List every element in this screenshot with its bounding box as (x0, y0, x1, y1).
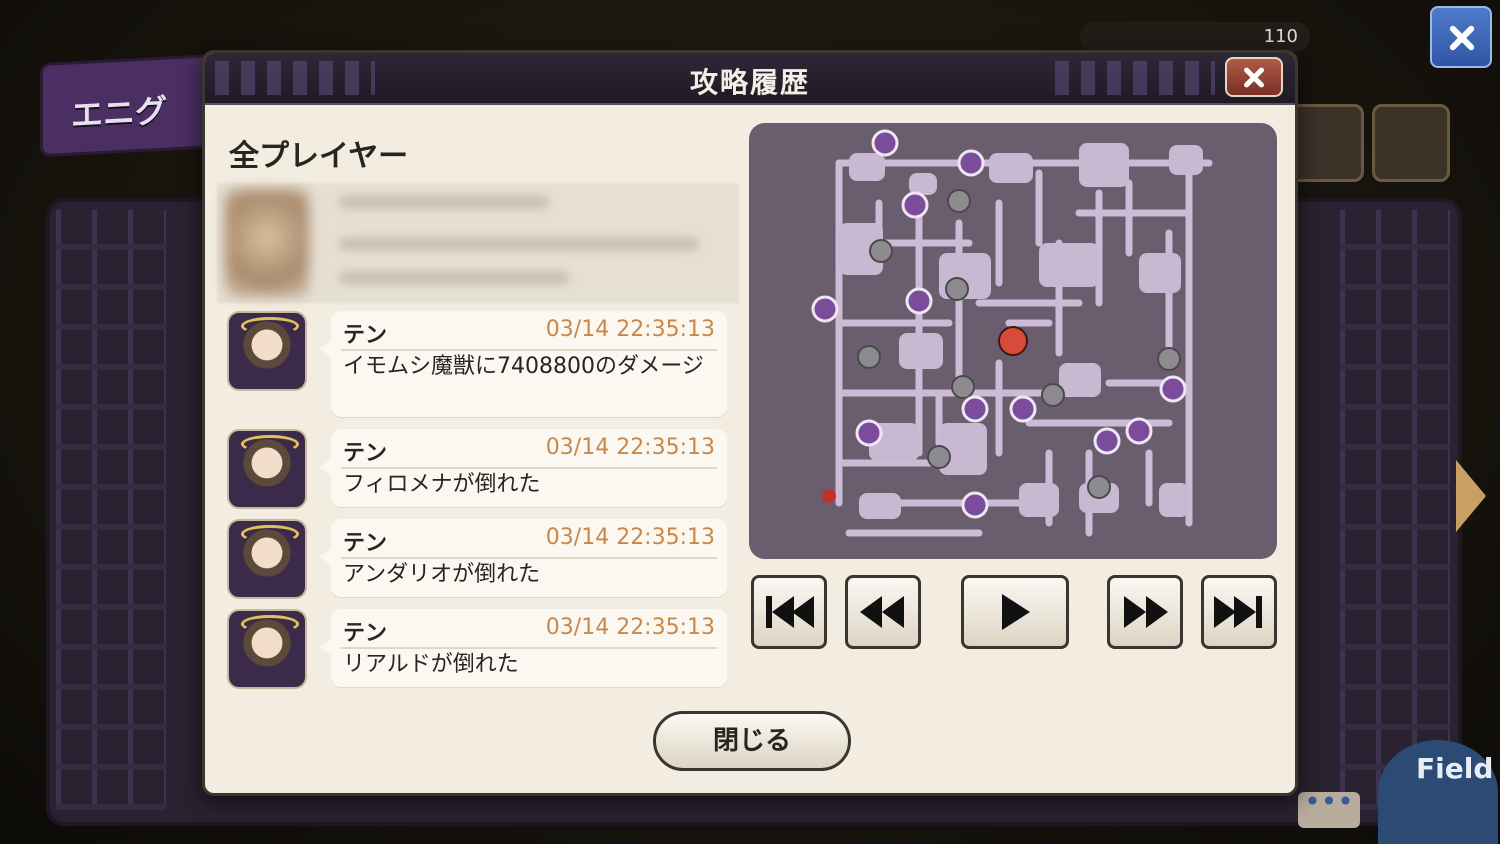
map-room (859, 493, 901, 519)
treasure-orb-icon (871, 129, 899, 157)
player-avatar (227, 519, 307, 599)
dungeon-map-canvas (811, 129, 1213, 537)
filter-label: 全プレイヤー (229, 139, 409, 174)
dialog-titlebar: 攻略履歴 (205, 53, 1295, 105)
field-button[interactable]: Field (1378, 740, 1498, 844)
divider (341, 467, 717, 469)
fast-forward-icon (1124, 596, 1168, 628)
player-avatar (227, 429, 307, 509)
map-room (1159, 483, 1189, 517)
divider (341, 557, 717, 559)
enemy-marker-icon (1087, 475, 1111, 499)
log-message: イモムシ魔獣に7408800のダメージ (343, 354, 704, 379)
log-bubble: テン 03/14 22:35:13 アンダリオが倒れた (319, 519, 727, 597)
rewind-button[interactable] (845, 575, 921, 649)
attack-history-dialog: 攻略履歴 全プレイヤー テン 03/14 22:35:13 イモムシ魔獣に740… (202, 50, 1298, 796)
fast-forward-button[interactable] (1107, 575, 1183, 649)
map-room (899, 333, 943, 369)
log-message: アンダリオが倒れた (343, 562, 541, 587)
log-entry: テン 03/14 22:35:13 フィロメナが倒れた (217, 429, 729, 509)
treasure-orb-icon (905, 287, 933, 315)
map-room (1139, 253, 1181, 293)
player-location-icon (822, 489, 837, 523)
divider (341, 349, 717, 351)
treasure-orb-icon (957, 149, 985, 177)
enemy-marker-icon (947, 189, 971, 213)
skip-to-start-button[interactable] (751, 575, 827, 649)
background-glyph-column-left (56, 210, 166, 810)
treasure-orb-icon (811, 295, 839, 323)
play-button[interactable] (961, 575, 1069, 649)
banner-text: エニグ (71, 91, 168, 135)
log-bubble: テン 03/14 22:35:13 イモムシ魔獣に7408800のダメージ (319, 311, 727, 417)
background-close-button[interactable] (1430, 6, 1492, 68)
player-name: テン (343, 531, 388, 556)
enemy-marker-icon (927, 445, 951, 469)
background-glyph-column-right (1340, 210, 1450, 810)
blurred-text-line (339, 271, 569, 285)
enemy-marker-icon (1157, 347, 1181, 371)
log-message: フィロメナが倒れた (343, 472, 541, 497)
dialog-title: 攻略履歴 (689, 66, 810, 99)
map-room (1059, 363, 1101, 397)
divider (341, 647, 717, 649)
log-entry: テン 03/14 22:35:13 リアルドが倒れた (217, 609, 729, 689)
treasure-orb-icon (961, 395, 989, 423)
treasure-orb-icon (1093, 427, 1121, 455)
dungeon-map[interactable] (749, 123, 1277, 559)
log-entry: テン 03/14 22:35:13 アンダリオが倒れた (217, 519, 729, 599)
blurred-log-entry (217, 183, 739, 303)
log-message: リアルドが倒れた (343, 652, 519, 677)
log-bubble: テン 03/14 22:35:13 リアルドが倒れた (319, 609, 727, 687)
treasure-orb-icon (1009, 395, 1037, 423)
log-timestamp: 03/14 22:35:13 (545, 317, 715, 342)
log-timestamp: 03/14 22:35:13 (545, 615, 715, 640)
treasure-orb-icon (1159, 375, 1187, 403)
boss-marker-icon (998, 326, 1028, 356)
player-name: テン (343, 323, 388, 348)
map-room (1039, 243, 1099, 287)
treasure-orb-icon (901, 191, 929, 219)
next-arrow-icon[interactable] (1456, 460, 1486, 532)
enemy-marker-icon (1041, 383, 1065, 407)
enemy-marker-icon (869, 239, 893, 263)
player-name: テン (343, 441, 388, 466)
field-label: Field (1416, 752, 1494, 785)
map-room (1079, 143, 1129, 187)
rewind-icon (860, 596, 904, 628)
enemy-marker-icon (951, 375, 975, 399)
log-bubble: テン 03/14 22:35:13 フィロメナが倒れた (319, 429, 727, 507)
close-button[interactable]: 閉じる (653, 711, 851, 771)
player-avatar (227, 609, 307, 689)
log-timestamp: 03/14 22:35:13 (545, 525, 715, 550)
map-room (1169, 145, 1203, 175)
dialog-close-icon[interactable] (1225, 57, 1283, 97)
blurred-text-line (339, 237, 699, 251)
blurred-avatar (225, 189, 309, 297)
chat-button[interactable]: ••• (1298, 788, 1360, 828)
treasure-orb-icon (855, 419, 883, 447)
log-timestamp: 03/14 22:35:13 (545, 435, 715, 460)
skip-to-start-icon (766, 596, 814, 628)
player-avatar (227, 311, 307, 391)
enemy-marker-icon (857, 345, 881, 369)
treasure-orb-icon (961, 491, 989, 519)
map-room (849, 153, 885, 181)
map-room (1019, 483, 1059, 517)
skip-to-end-button[interactable] (1201, 575, 1277, 649)
map-room (989, 153, 1033, 183)
treasure-chest-icon[interactable] (1372, 104, 1450, 182)
skip-to-end-icon (1214, 596, 1262, 628)
blurred-text-line (339, 195, 549, 209)
background-counter: 110 (1080, 22, 1310, 52)
treasure-orb-icon (1125, 417, 1153, 445)
log-entry: テン 03/14 22:35:13 イモムシ魔獣に7408800のダメージ (217, 311, 729, 419)
play-icon (1002, 594, 1030, 630)
player-name: テン (343, 621, 388, 646)
enemy-marker-icon (945, 277, 969, 301)
